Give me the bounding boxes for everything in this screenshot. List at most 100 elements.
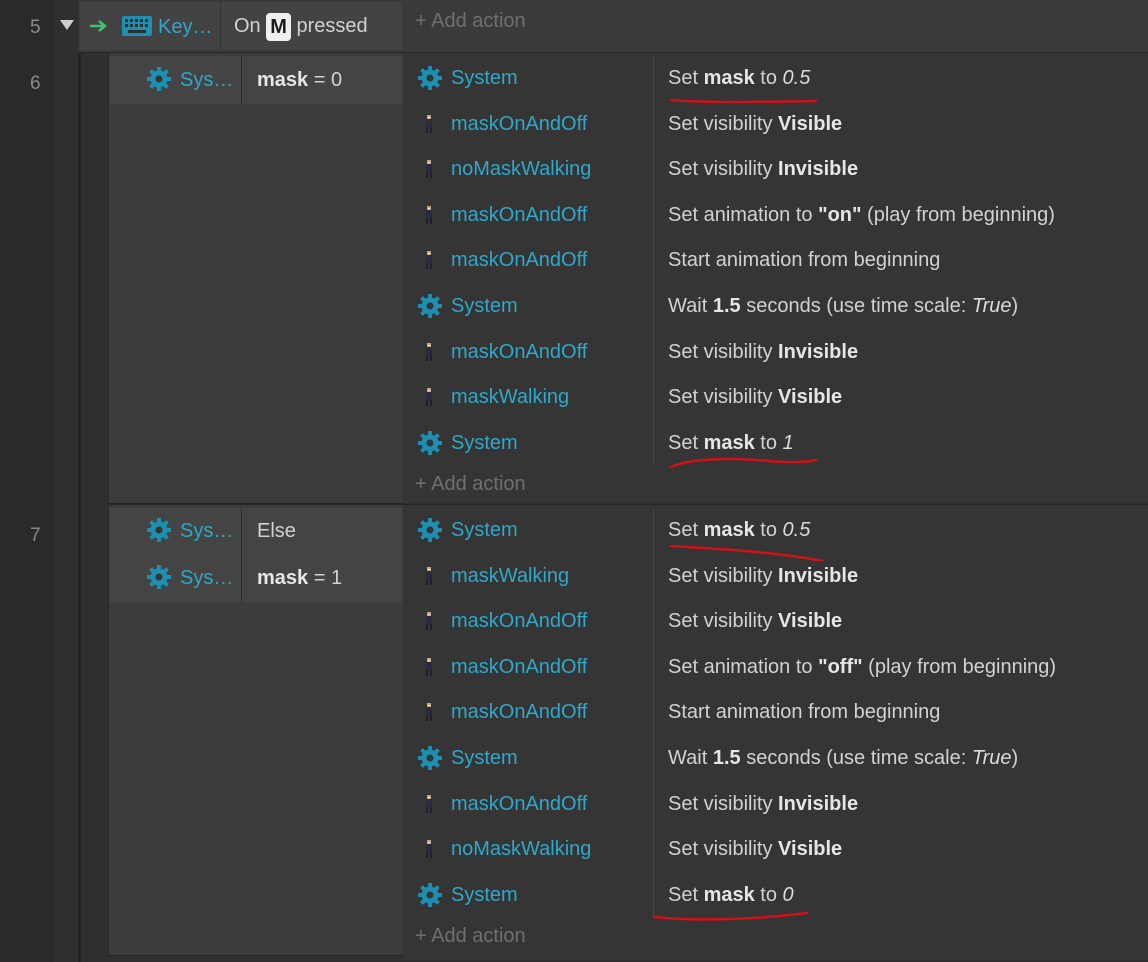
action-text: Set	[668, 67, 704, 89]
condition-object-name[interactable]: Key…	[158, 15, 212, 39]
action-param-italic: True	[971, 295, 1012, 317]
gear-icon	[418, 883, 442, 907]
action-object-name[interactable]: maskOnAndOff	[451, 248, 587, 272]
action-object-name[interactable]: maskOnAndOff	[451, 203, 587, 227]
action-param-bold: Invisible	[778, 565, 859, 587]
condition-object-name[interactable]: Sys…	[180, 566, 233, 590]
collapse-toggle-icon[interactable]	[60, 20, 74, 30]
event-6-conditions[interactable]	[108, 53, 403, 504]
action-text: Set animation to	[668, 656, 819, 678]
divider	[653, 57, 654, 465]
condition-variable: mask	[257, 567, 309, 589]
condition-text-after: pressed	[296, 15, 368, 37]
divider	[220, 2, 221, 50]
action-text: (play from beginning)	[861, 204, 1055, 226]
divider	[653, 509, 654, 917]
action-description[interactable]: Set visibility Visible	[668, 609, 842, 633]
action-description[interactable]: Set animation to "off" (play from beginn…	[668, 655, 1056, 679]
action-description[interactable]: Start animation from beginning	[668, 700, 940, 724]
action-object-name[interactable]: System	[451, 431, 518, 455]
action-param-bold: mask	[703, 432, 755, 454]
action-param-italic: 1	[782, 432, 794, 454]
gear-icon	[147, 67, 171, 91]
action-param-italic: 0.5	[782, 67, 811, 89]
annotation-underline	[652, 911, 809, 921]
divider	[241, 508, 242, 602]
action-description[interactable]: Wait 1.5 seconds (use time scale: True)	[668, 294, 1018, 318]
action-object-name[interactable]: maskOnAndOff	[451, 112, 587, 136]
action-text: (play from beginning)	[862, 656, 1057, 678]
line-number-gutter	[0, 0, 54, 962]
condition-text-before: On	[234, 15, 261, 37]
action-text: to	[754, 67, 783, 89]
action-text: Set visibility	[668, 565, 779, 587]
sprite-icon	[426, 115, 432, 133]
action-text: Set visibility	[668, 386, 779, 408]
action-param-bold: Invisible	[778, 158, 859, 180]
condition-object-name[interactable]: Sys…	[180, 519, 233, 543]
action-object-name[interactable]: maskOnAndOff	[451, 792, 587, 816]
action-param-bold: Visible	[778, 610, 843, 632]
action-param-bold: mask	[703, 519, 755, 541]
sprite-icon	[426, 343, 432, 361]
gear-icon	[418, 294, 442, 318]
action-description[interactable]: Set visibility Visible	[668, 837, 842, 861]
action-object-name[interactable]: maskOnAndOff	[451, 340, 587, 364]
action-text: Start animation from beginning	[668, 701, 941, 723]
action-text: Set	[668, 884, 704, 906]
add-action-button[interactable]: + Add action	[415, 10, 526, 33]
action-object-name[interactable]: noMaskWalking	[451, 837, 591, 861]
action-object-name[interactable]: maskOnAndOff	[451, 700, 587, 724]
action-text: )	[1011, 747, 1019, 769]
action-text: Set visibility	[668, 158, 779, 180]
action-object-name[interactable]: System	[451, 294, 518, 318]
action-description[interactable]: Wait 1.5 seconds (use time scale: True)	[668, 746, 1018, 770]
action-object-name[interactable]: maskWalking	[451, 385, 569, 409]
action-description[interactable]: Set visibility Invisible	[668, 564, 858, 588]
add-action-button[interactable]: + Add action	[415, 925, 526, 948]
action-object-name[interactable]: maskOnAndOff	[451, 609, 587, 633]
action-description[interactable]: Set visibility Invisible	[668, 340, 858, 364]
action-description[interactable]: Set mask to 0	[668, 883, 794, 907]
condition-object-name[interactable]: Sys…	[180, 68, 233, 92]
sprite-icon	[426, 160, 432, 178]
trigger-arrow-icon	[90, 20, 107, 32]
action-param-italic: 0.5	[782, 519, 811, 541]
action-object-name[interactable]: System	[451, 66, 518, 90]
action-description[interactable]: Set mask to 0.5	[668, 66, 810, 90]
action-description[interactable]: Set mask to 0.5	[668, 518, 810, 542]
action-description[interactable]: Set animation to "on" (play from beginni…	[668, 203, 1055, 227]
action-object-name[interactable]: noMaskWalking	[451, 157, 591, 181]
action-text: to	[754, 519, 783, 541]
action-text: Set	[668, 432, 704, 454]
action-description[interactable]: Set visibility Visible	[668, 112, 842, 136]
action-object-name[interactable]: System	[451, 518, 518, 542]
action-description[interactable]: Set visibility Visible	[668, 385, 842, 409]
gear-icon	[418, 431, 442, 455]
event-line-number: 6	[30, 73, 41, 94]
sprite-icon	[426, 703, 432, 721]
condition-text: On M pressed	[234, 12, 368, 41]
action-description[interactable]: Set visibility Invisible	[668, 157, 858, 181]
add-action-button[interactable]: + Add action	[415, 473, 526, 496]
action-description[interactable]: Start animation from beginning	[668, 248, 940, 272]
gear-icon	[418, 518, 442, 542]
action-text: Start animation from beginning	[668, 249, 941, 271]
action-param-italic: True	[971, 747, 1012, 769]
action-text: to	[754, 432, 783, 454]
action-param-bold: "on"	[818, 204, 862, 226]
action-param-bold: Visible	[778, 113, 843, 135]
condition-expression: mask = 0	[257, 68, 342, 92]
action-object-name[interactable]: maskWalking	[451, 564, 569, 588]
action-object-name[interactable]: System	[451, 883, 518, 907]
condition-variable: mask	[257, 69, 309, 91]
action-text: Set visibility	[668, 610, 779, 632]
action-description[interactable]: Set mask to 1	[668, 431, 794, 455]
gear-icon	[147, 518, 171, 542]
condition-operator: =	[313, 567, 326, 589]
action-object-name[interactable]: System	[451, 746, 518, 770]
action-text: Set visibility	[668, 113, 779, 135]
action-object-name[interactable]: maskOnAndOff	[451, 655, 587, 679]
sprite-icon	[426, 206, 432, 224]
action-description[interactable]: Set visibility Invisible	[668, 792, 858, 816]
